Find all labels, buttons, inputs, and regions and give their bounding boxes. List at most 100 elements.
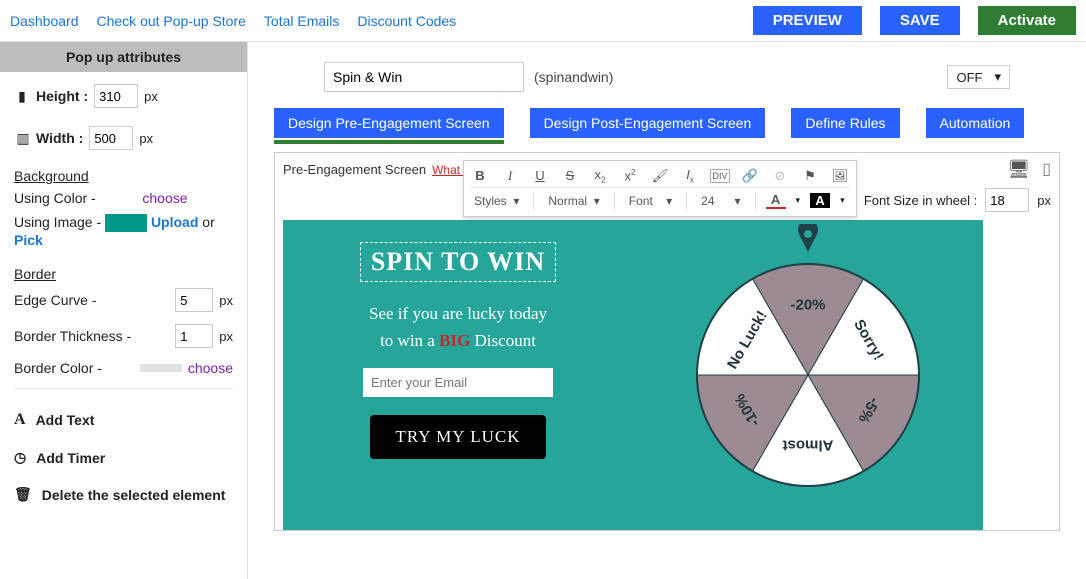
border-thickness-label: Border Thickness - bbox=[14, 328, 131, 344]
status-select[interactable]: OFF ▾ bbox=[947, 65, 1010, 89]
save-button[interactable]: SAVE bbox=[880, 6, 960, 35]
activate-button[interactable]: Activate bbox=[978, 6, 1076, 35]
rte-subscript[interactable]: x2 bbox=[590, 167, 610, 185]
desktop-icon[interactable]: 🖥 bbox=[1007, 159, 1030, 180]
height-row: ▮ Height : px bbox=[14, 84, 233, 108]
using-image-label: Using Image - bbox=[14, 214, 101, 230]
border-thickness-row: Border Thickness - px bbox=[14, 324, 233, 348]
edge-curve-label: Edge Curve - bbox=[14, 292, 96, 308]
chevron-down-icon: ▾ bbox=[994, 69, 1001, 85]
rte-bg-color[interactable]: A bbox=[810, 193, 830, 208]
add-text-button[interactable]: A Add Text bbox=[14, 401, 233, 439]
nav-links: Dashboard Check out Pop-up Store Total E… bbox=[10, 13, 456, 29]
edge-curve-row: Edge Curve - px bbox=[14, 288, 233, 312]
name-row: (spinandwin) OFF ▾ bbox=[324, 62, 1010, 92]
edge-curve-input[interactable] bbox=[175, 288, 213, 312]
mobile-icon[interactable]: ▯ bbox=[1042, 159, 1051, 180]
rte-format-select[interactable]: Normal ▾ bbox=[544, 192, 614, 210]
nav-discount-codes[interactable]: Discount Codes bbox=[357, 13, 456, 29]
rich-text-toolbar: B I U S x2 x2 🖌 Ix DIV 🔗 ⊘ ⚑ 🖼 bbox=[463, 160, 857, 217]
subline-1: See if you are lucky today bbox=[301, 300, 615, 327]
preview-button[interactable]: PREVIEW bbox=[753, 6, 862, 35]
popup-left: SPIN TO WIN See if you are lucky today t… bbox=[283, 220, 633, 530]
width-label: Width : bbox=[36, 130, 83, 146]
sidebar: Pop up attributes ▮ Height : px ▥ Width … bbox=[0, 42, 248, 579]
clock-icon: ◷ bbox=[14, 449, 26, 466]
rte-div-icon[interactable]: DIV bbox=[710, 169, 730, 183]
text-icon: A bbox=[14, 411, 26, 429]
border-color-swatch[interactable] bbox=[140, 364, 182, 372]
content-pane: (spinandwin) OFF ▾ Design Pre-Engagement… bbox=[248, 42, 1086, 579]
add-text-label: Add Text bbox=[36, 412, 95, 428]
bg-pick[interactable]: Pick bbox=[14, 232, 43, 248]
rte-link-icon[interactable]: 🔗 bbox=[740, 168, 760, 184]
background-heading: Background bbox=[14, 168, 233, 184]
rte-flag-icon[interactable]: ⚑ bbox=[800, 168, 820, 184]
email-input[interactable] bbox=[363, 368, 553, 397]
border-thickness-input[interactable] bbox=[175, 324, 213, 348]
add-timer-label: Add Timer bbox=[36, 450, 105, 466]
delete-element-label: Delete the selected element bbox=[42, 487, 226, 503]
rte-unlink-icon[interactable]: ⊘ bbox=[770, 168, 790, 184]
popup-subline[interactable]: See if you are lucky today to win a BIG … bbox=[301, 300, 615, 354]
top-nav: Dashboard Check out Pop-up Store Total E… bbox=[0, 0, 1086, 42]
editor-frame: Pre-Engagement Screen What is this? 🖥 ▯ … bbox=[274, 152, 1060, 531]
font-size-label: Font Size in wheel : bbox=[864, 193, 977, 208]
nav-total-emails[interactable]: Total Emails bbox=[264, 13, 339, 29]
nav-popup-store[interactable]: Check out Pop-up Store bbox=[97, 13, 246, 29]
add-timer-button[interactable]: ◷ Add Timer bbox=[14, 439, 233, 476]
bg-or: or bbox=[202, 214, 214, 230]
delete-element-button[interactable]: 🗑 Delete the selected element bbox=[14, 476, 233, 513]
rte-clear-format[interactable]: Ix bbox=[680, 167, 700, 185]
bg-image-swatch[interactable] bbox=[105, 214, 147, 232]
rte-italic[interactable]: I bbox=[500, 168, 520, 184]
font-size-unit: px bbox=[1037, 193, 1051, 208]
font-size-input[interactable] bbox=[985, 188, 1029, 212]
rte-image-icon[interactable]: 🖼 bbox=[830, 168, 850, 184]
rte-text-color[interactable]: A bbox=[766, 192, 786, 209]
popup-preview[interactable]: SPIN TO WIN See if you are lucky today t… bbox=[283, 220, 983, 530]
trash-icon: 🗑 bbox=[14, 486, 32, 503]
rte-size-select[interactable]: 24 ▾ bbox=[697, 192, 755, 210]
status-value: OFF bbox=[956, 70, 982, 85]
rte-underline[interactable]: U bbox=[530, 168, 550, 183]
wheel-pointer-icon bbox=[796, 224, 820, 257]
bg-color-choose[interactable]: choose bbox=[142, 190, 187, 206]
rte-brush-icon[interactable]: 🖌 bbox=[650, 168, 670, 184]
rte-font-select[interactable]: Font ▾ bbox=[625, 192, 687, 210]
spin-wheel[interactable]: -20%Sorry!-5%Almost-10%No Luck! bbox=[696, 263, 920, 487]
using-color-label: Using Color - bbox=[14, 190, 96, 206]
rte-strike[interactable]: S bbox=[560, 168, 580, 183]
bg-upload[interactable]: Upload bbox=[151, 214, 198, 230]
border-color-label: Border Color - bbox=[14, 360, 102, 376]
editor-title: Pre-Engagement Screen bbox=[283, 162, 426, 177]
border-color-choose[interactable]: choose bbox=[188, 360, 233, 376]
tab-design-pre[interactable]: Design Pre-Engagement Screen bbox=[274, 108, 504, 138]
width-unit: px bbox=[139, 131, 153, 146]
height-input[interactable] bbox=[94, 84, 138, 108]
width-row: ▥ Width : px bbox=[14, 126, 233, 150]
border-color-row: Border Color - choose bbox=[14, 360, 233, 376]
sidebar-title: Pop up attributes bbox=[0, 42, 247, 72]
tab-define-rules[interactable]: Define Rules bbox=[791, 108, 899, 138]
popup-stage: B I U S x2 x2 🖌 Ix DIV 🔗 ⊘ ⚑ 🖼 bbox=[283, 220, 1051, 530]
height-unit: px bbox=[144, 89, 158, 104]
popup-headline[interactable]: SPIN TO WIN bbox=[360, 242, 556, 282]
popup-name-input[interactable] bbox=[324, 62, 524, 92]
bg-image-row: Using Image - Upload or Pick bbox=[14, 214, 233, 248]
tab-automation[interactable]: Automation bbox=[926, 108, 1025, 138]
rte-bold[interactable]: B bbox=[470, 168, 490, 183]
svg-text:Almost: Almost bbox=[783, 436, 834, 453]
subline-2: to win a BIG Discount bbox=[301, 327, 615, 354]
popup-slug: (spinandwin) bbox=[534, 69, 613, 85]
rte-styles-select[interactable]: Styles ▾ bbox=[470, 192, 534, 210]
tab-design-post[interactable]: Design Post-Engagement Screen bbox=[530, 108, 766, 138]
bg-color-row: Using Color - choose bbox=[14, 190, 233, 206]
edge-curve-unit: px bbox=[219, 293, 233, 308]
popup-right: -20%Sorry!-5%Almost-10%No Luck! bbox=[633, 220, 983, 530]
width-input[interactable] bbox=[89, 126, 133, 150]
rte-superscript[interactable]: x2 bbox=[620, 168, 640, 183]
svg-text:-20%: -20% bbox=[790, 297, 825, 314]
nav-dashboard[interactable]: Dashboard bbox=[10, 13, 79, 29]
try-luck-button[interactable]: TRY MY LUCK bbox=[370, 415, 547, 459]
